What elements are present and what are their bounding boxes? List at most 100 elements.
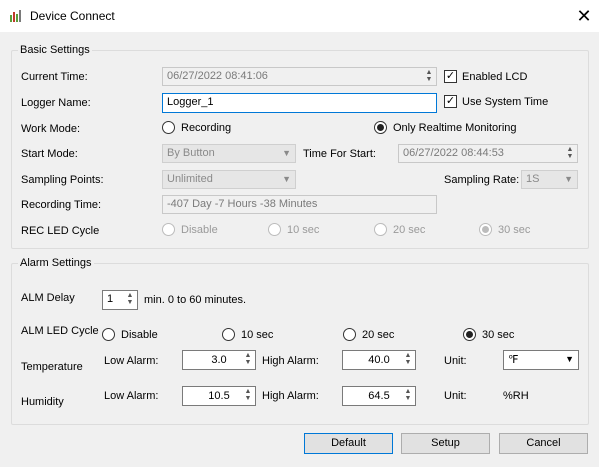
time-for-start-spinner: ▲ ▼ xyxy=(564,146,576,161)
chevron-down-icon: ▼ xyxy=(564,174,573,184)
alm-delay-stepper[interactable]: 1 ▲ ▼ xyxy=(102,290,138,310)
alm-led-10sec-label[interactable]: 10 sec xyxy=(241,329,273,341)
temp-unit-value: ℉ xyxy=(508,354,519,366)
rec-led-20sec-label: 20 sec xyxy=(393,224,426,236)
time-for-start-value: 06/27/2022 08:44:53 xyxy=(403,147,504,159)
spin-down-icon: ▼ xyxy=(566,153,574,160)
recording-time-field: -407 Day -7 Hours -38 Minutes xyxy=(162,195,437,214)
humidity-label: Humidity xyxy=(21,396,64,408)
close-icon[interactable]: ✕ xyxy=(570,4,598,28)
app-logo-icon xyxy=(10,10,21,22)
alm-delay-hint: min. 0 to 60 minutes. xyxy=(144,294,247,306)
spin-up-icon[interactable]: ▲ xyxy=(402,388,414,395)
rec-led-disable-label: Disable xyxy=(181,224,218,236)
time-for-start-label: Time For Start: xyxy=(303,148,376,160)
alm-delay-label: ALM Delay xyxy=(21,292,75,304)
spin-down-icon[interactable]: ▼ xyxy=(402,395,414,402)
hum-low-alarm-label: Low Alarm: xyxy=(104,390,159,402)
alm-led-20sec-label[interactable]: 20 sec xyxy=(362,329,394,341)
recording-time-label: Recording Time: xyxy=(21,199,102,211)
temp-high-alarm-label: High Alarm: xyxy=(262,355,319,367)
spin-down-icon[interactable]: ▼ xyxy=(242,359,254,366)
logger-name-value: Logger_1 xyxy=(167,96,214,108)
chevron-down-icon: ▼ xyxy=(282,174,291,184)
alm-led-disable-radio[interactable] xyxy=(102,328,115,341)
spin-up-icon: ▲ xyxy=(425,69,433,76)
temp-high-alarm-input[interactable]: 40.0 ▲ ▼ xyxy=(342,350,416,370)
enabled-lcd-label[interactable]: Enabled LCD xyxy=(462,71,527,83)
rec-led-30sec-label: 30 sec xyxy=(498,224,531,236)
recording-time-value: -407 Day -7 Hours -38 Minutes xyxy=(167,198,318,210)
alm-delay-value: 1 xyxy=(107,293,114,305)
chevron-down-icon[interactable]: ▼ xyxy=(565,354,574,364)
hum-low-alarm-value: 10.5 xyxy=(208,390,230,402)
temp-low-spinner[interactable]: ▲ ▼ xyxy=(242,352,254,367)
temp-low-alarm-value: 3.0 xyxy=(211,354,227,366)
alarm-settings-legend: Alarm Settings xyxy=(18,257,94,269)
temp-low-alarm-label: Low Alarm: xyxy=(104,355,159,367)
spin-down-icon[interactable]: ▼ xyxy=(124,299,136,306)
alm-led-30sec-radio[interactable] xyxy=(463,328,476,341)
alm-delay-spinner[interactable]: ▲ ▼ xyxy=(124,292,136,307)
spin-up-icon: ▲ xyxy=(566,146,574,153)
hum-low-alarm-input[interactable]: 10.5 ▲ ▼ xyxy=(182,386,256,406)
alm-led-cycle-label: ALM LED Cycle xyxy=(21,325,99,337)
hum-high-spinner[interactable]: ▲ ▼ xyxy=(402,388,414,403)
start-mode-value: By Button xyxy=(167,147,215,159)
sampling-rate-label: Sampling Rate: xyxy=(444,174,520,186)
enabled-lcd-checkbox[interactable]: ✓ xyxy=(444,70,457,83)
rec-led-10sec-radio xyxy=(268,223,281,236)
hum-high-alarm-label: High Alarm: xyxy=(262,390,319,402)
alm-led-20sec-radio[interactable] xyxy=(343,328,356,341)
temp-high-spinner[interactable]: ▲ ▼ xyxy=(402,352,414,367)
sampling-rate-value: 1S xyxy=(526,173,540,185)
rec-led-disable-radio xyxy=(162,223,175,236)
current-time-field: 06/27/2022 08:41:06 ▲ ▼ xyxy=(162,67,437,86)
chevron-down-icon: ▼ xyxy=(282,148,291,158)
temp-low-alarm-input[interactable]: 3.0 ▲ ▼ xyxy=(182,350,256,370)
temp-unit-select[interactable]: ℉ ▼ xyxy=(503,350,579,370)
start-mode-label: Start Mode: xyxy=(21,148,78,160)
spin-down-icon[interactable]: ▼ xyxy=(242,395,254,402)
current-time-value: 06/27/2022 08:41:06 xyxy=(167,70,268,82)
recording-radio-label[interactable]: Recording xyxy=(181,122,231,134)
temp-unit-label: Unit: xyxy=(444,355,467,367)
realtime-radio-label[interactable]: Only Realtime Monitoring xyxy=(393,122,517,134)
spin-down-icon[interactable]: ▼ xyxy=(402,359,414,366)
rec-led-20sec-radio xyxy=(374,223,387,236)
spin-up-icon[interactable]: ▲ xyxy=(124,292,136,299)
hum-high-alarm-input[interactable]: 64.5 ▲ ▼ xyxy=(342,386,416,406)
spin-up-icon[interactable]: ▲ xyxy=(242,388,254,395)
cancel-button[interactable]: Cancel xyxy=(499,433,588,454)
realtime-radio[interactable] xyxy=(374,121,387,134)
time-for-start-field: 06/27/2022 08:44:53 ▲ ▼ xyxy=(398,144,578,163)
spin-down-icon: ▼ xyxy=(425,76,433,83)
rec-led-cycle-label: REC LED Cycle xyxy=(21,225,100,237)
temperature-label: Temperature xyxy=(21,361,83,373)
title-bar: Device Connect ✕ xyxy=(0,0,599,32)
alm-led-disable-label[interactable]: Disable xyxy=(121,329,158,341)
hum-unit-label: Unit: xyxy=(444,390,467,402)
default-button[interactable]: Default xyxy=(304,433,393,454)
current-time-spinner: ▲ ▼ xyxy=(423,69,435,84)
hum-low-spinner[interactable]: ▲ ▼ xyxy=(242,388,254,403)
rec-led-10sec-label: 10 sec xyxy=(287,224,320,236)
setup-button[interactable]: Setup xyxy=(401,433,490,454)
work-mode-label: Work Mode: xyxy=(21,123,81,135)
alm-led-30sec-label[interactable]: 30 sec xyxy=(482,329,514,341)
temp-high-alarm-value: 40.0 xyxy=(368,354,390,366)
start-mode-select: By Button ▼ xyxy=(162,144,296,163)
recording-radio[interactable] xyxy=(162,121,175,134)
sampling-points-select: Unlimited ▼ xyxy=(162,170,296,189)
logger-name-label: Logger Name: xyxy=(21,97,91,109)
logger-name-input[interactable]: Logger_1 xyxy=(162,93,437,113)
spin-up-icon[interactable]: ▲ xyxy=(402,352,414,359)
alm-led-10sec-radio[interactable] xyxy=(222,328,235,341)
rec-led-30sec-radio xyxy=(479,223,492,236)
sampling-rate-select: 1S ▼ xyxy=(521,170,578,189)
basic-settings-legend: Basic Settings xyxy=(18,44,92,56)
use-system-time-checkbox[interactable]: ✓ xyxy=(444,95,457,108)
spin-up-icon[interactable]: ▲ xyxy=(242,352,254,359)
use-system-time-label[interactable]: Use System Time xyxy=(462,96,548,108)
sampling-points-value: Unlimited xyxy=(167,173,213,185)
